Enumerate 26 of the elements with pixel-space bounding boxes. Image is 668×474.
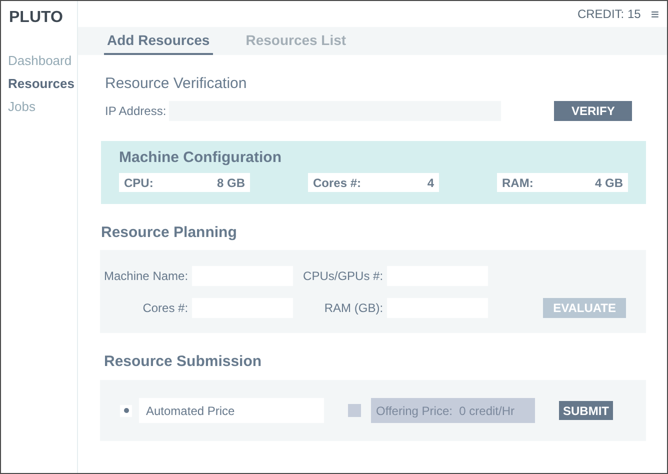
spec-value: 4 GB [594,176,623,190]
field-label: IP Address: [105,104,166,118]
spec-label: CPU: [124,176,154,190]
spec-label: RAM: [502,176,534,190]
field-label: Cores #: [142,301,188,315]
app-logo: PLUTO [8,8,64,28]
credit-text: CREDIT: 15 [577,7,641,21]
section-title: Resource Verification [105,75,248,92]
price-option[interactable]: Automated Price [139,398,324,423]
sidebar-item[interactable]: Jobs [8,99,77,114]
field-label: Machine Name: [104,269,188,283]
field-label: RAM (GB): [323,301,384,315]
section-title: Resource Planning [101,224,238,241]
sidebar-item[interactable]: Resources [8,76,77,91]
section-title: Machine Configuration [119,149,282,166]
sidebar-item[interactable]: Dashboard [8,53,77,68]
section-title: Resource Submission [104,353,263,370]
tab[interactable]: Add Resources [104,27,213,55]
action-button[interactable]: SUBMIT [559,401,613,420]
radio-button[interactable] [120,404,132,416]
spec-value: 4 [427,176,434,190]
action-button[interactable]: VERIFY [554,101,632,121]
menu-icon[interactable]: ≡ [650,6,659,22]
spec-value: 8 GB [216,176,245,190]
spec-label: Cores #: [313,176,362,190]
field-label: CPUs/GPUs #: [303,269,384,283]
